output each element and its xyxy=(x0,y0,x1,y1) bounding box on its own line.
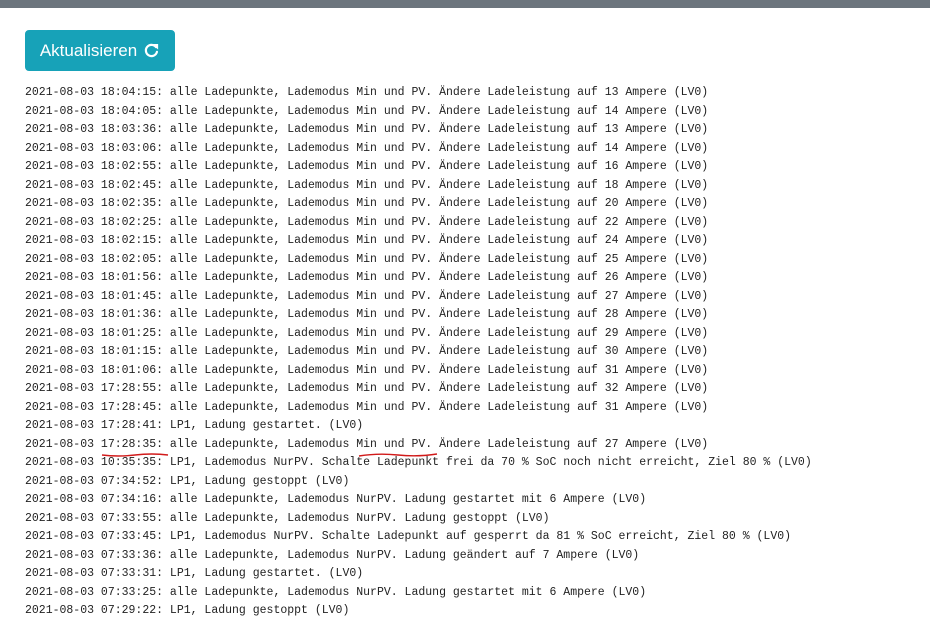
log-line-text: 2021-08-03 18:01:45: alle Ladepunkte, La… xyxy=(25,289,709,303)
log-line-text: 2021-08-03 07:29:22: LP1, Ladung gestopp… xyxy=(25,604,350,617)
log-line: 2021-08-03 18:02:15: alle Ladepunkte, La… xyxy=(25,232,930,251)
log-line: 2021-08-03 07:29:22: LP1, Ladung gestopp… xyxy=(25,602,930,621)
log-line: 2021-08-03 07:33:31: LP1, Ladung gestart… xyxy=(25,565,930,584)
log-line-text: 2021-08-03 07:33:36: alle Ladepunkte, La… xyxy=(25,548,640,562)
log-line: 2021-08-03 07:33:45: LP1, Lademodus NurP… xyxy=(25,528,930,547)
log-line: 2021-08-03 18:01:15: alle Ladepunkte, La… xyxy=(25,343,930,362)
log-line-text: 2021-08-03 18:02:35: alle Ladepunkte, La… xyxy=(25,197,709,210)
log-line: 2021-08-03 18:01:45: alle Ladepunkte, La… xyxy=(25,288,930,307)
log-line: 2021-08-03 18:03:06: alle Ladepunkte, La… xyxy=(25,140,930,159)
log-line-text: 2021-08-03 18:04:05: alle Ladepunkte, La… xyxy=(25,104,709,118)
log-line: 2021-08-03 18:02:35: alle Ladepunkte, La… xyxy=(25,195,930,214)
log-line-text: 2021-08-03 17:28:41: LP1, Ladung gestart… xyxy=(25,419,364,432)
log-line: 2021-08-03 18:01:36: alle Ladepunkte, La… xyxy=(25,306,930,325)
log-line: 2021-08-03 18:01:56: alle Ladepunkte, La… xyxy=(25,269,930,288)
log-line-text: 2021-08-03 18:02:25: alle Ladepunkte, La… xyxy=(25,215,709,229)
refresh-button[interactable]: Aktualisieren xyxy=(25,30,175,71)
log-line: 2021-08-03 18:03:36: alle Ladepunkte, La… xyxy=(25,121,930,140)
log-line: 2021-08-03 18:01:25: alle Ladepunkte, La… xyxy=(25,325,930,344)
log-line: 2021-08-03 07:33:55: alle Ladepunkte, La… xyxy=(25,510,930,529)
log-line: 2021-08-03 18:02:55: alle Ladepunkte, La… xyxy=(25,158,930,177)
top-bar xyxy=(0,0,930,8)
log-line: 2021-08-03 10:35:35: LP1, Lademodus NurP… xyxy=(25,454,930,473)
log-line: 2021-08-03 18:04:05: alle Ladepunkte, La… xyxy=(25,103,930,122)
log-line-text: 2021-08-03 17:28:45: alle Ladepunkte, La… xyxy=(25,400,709,414)
log-line-text: 2021-08-03 07:33:25: alle Ladepunkte, La… xyxy=(25,585,647,599)
log-line: 2021-08-03 18:04:15: alle Ladepunkte, La… xyxy=(25,84,930,103)
log-line-text: 2021-08-03 10:35:35: LP1, Lademodus NurP… xyxy=(25,456,812,469)
log-line-text: 2021-08-03 18:03:06: alle Ladepunkte, La… xyxy=(25,141,709,155)
log-line: 2021-08-03 07:33:36: alle Ladepunkte, La… xyxy=(25,547,930,566)
log-line-text: 2021-08-03 18:01:06: alle Ladepunkte, La… xyxy=(25,363,709,377)
log-line-text: 2021-08-03 18:01:15: alle Ladepunkte, La… xyxy=(25,345,709,358)
log-line: 2021-08-03 18:02:05: alle Ladepunkte, La… xyxy=(25,251,930,270)
log-line-text: 2021-08-03 18:01:25: alle Ladepunkte, La… xyxy=(25,326,709,340)
log-line-text: 2021-08-03 07:34:16: alle Ladepunkte, La… xyxy=(25,493,647,506)
log-line: 2021-08-03 07:33:25: alle Ladepunkte, La… xyxy=(25,584,930,603)
log-line: 2021-08-03 17:28:55: alle Ladepunkte, La… xyxy=(25,380,930,399)
log-line-text: 2021-08-03 07:33:45: LP1, Lademodus NurP… xyxy=(25,530,792,543)
log-line: 2021-08-03 17:28:45: alle Ladepunkte, La… xyxy=(25,399,930,418)
log-output: 2021-08-03 18:04:15: alle Ladepunkte, La… xyxy=(25,84,930,621)
log-line-text: 2021-08-03 18:02:05: alle Ladepunkte, La… xyxy=(25,252,709,266)
log-line: 2021-08-03 17:28:41: LP1, Ladung gestart… xyxy=(25,417,930,436)
log-line-text: 2021-08-03 18:01:56: alle Ladepunkte, La… xyxy=(25,271,709,284)
log-line-text: 2021-08-03 18:02:45: alle Ladepunkte, La… xyxy=(25,178,709,192)
log-line: 2021-08-03 07:34:16: alle Ladepunkte, La… xyxy=(25,491,930,510)
refresh-button-label: Aktualisieren xyxy=(39,40,138,60)
log-line-text: 2021-08-03 18:04:15: alle Ladepunkte, La… xyxy=(25,86,709,99)
page: Aktualisieren 2021-08-03 18:04:15: alle … xyxy=(0,0,937,624)
log-line: 2021-08-03 17:28:35: alle Ladepunkte, La… xyxy=(25,436,930,457)
log-line: 2021-08-03 18:02:45: alle Ladepunkte, La… xyxy=(25,177,930,196)
log-line-text: 2021-08-03 17:28:35: alle Ladepunkte, La… xyxy=(25,437,709,451)
log-line-text: 2021-08-03 18:03:36: alle Ladepunkte, La… xyxy=(25,123,709,136)
log-line: 2021-08-03 07:34:52: LP1, Ladung gestopp… xyxy=(25,473,930,492)
log-line-text: 2021-08-03 07:33:31: LP1, Ladung gestart… xyxy=(25,567,364,580)
log-line-text: 2021-08-03 18:02:15: alle Ladepunkte, La… xyxy=(25,234,709,247)
log-line: 2021-08-03 18:01:06: alle Ladepunkte, La… xyxy=(25,362,930,381)
log-line-text: 2021-08-03 18:01:36: alle Ladepunkte, La… xyxy=(25,308,709,321)
log-line-text: 2021-08-03 07:34:52: LP1, Ladung gestopp… xyxy=(25,474,350,488)
refresh-icon xyxy=(143,42,160,59)
log-line-text: 2021-08-03 18:02:55: alle Ladepunkte, La… xyxy=(25,160,709,173)
log-line-text: 2021-08-03 07:33:55: alle Ladepunkte, La… xyxy=(25,511,550,525)
log-line-text: 2021-08-03 17:28:55: alle Ladepunkte, La… xyxy=(25,382,709,395)
log-line: 2021-08-03 18:02:25: alle Ladepunkte, La… xyxy=(25,214,930,233)
